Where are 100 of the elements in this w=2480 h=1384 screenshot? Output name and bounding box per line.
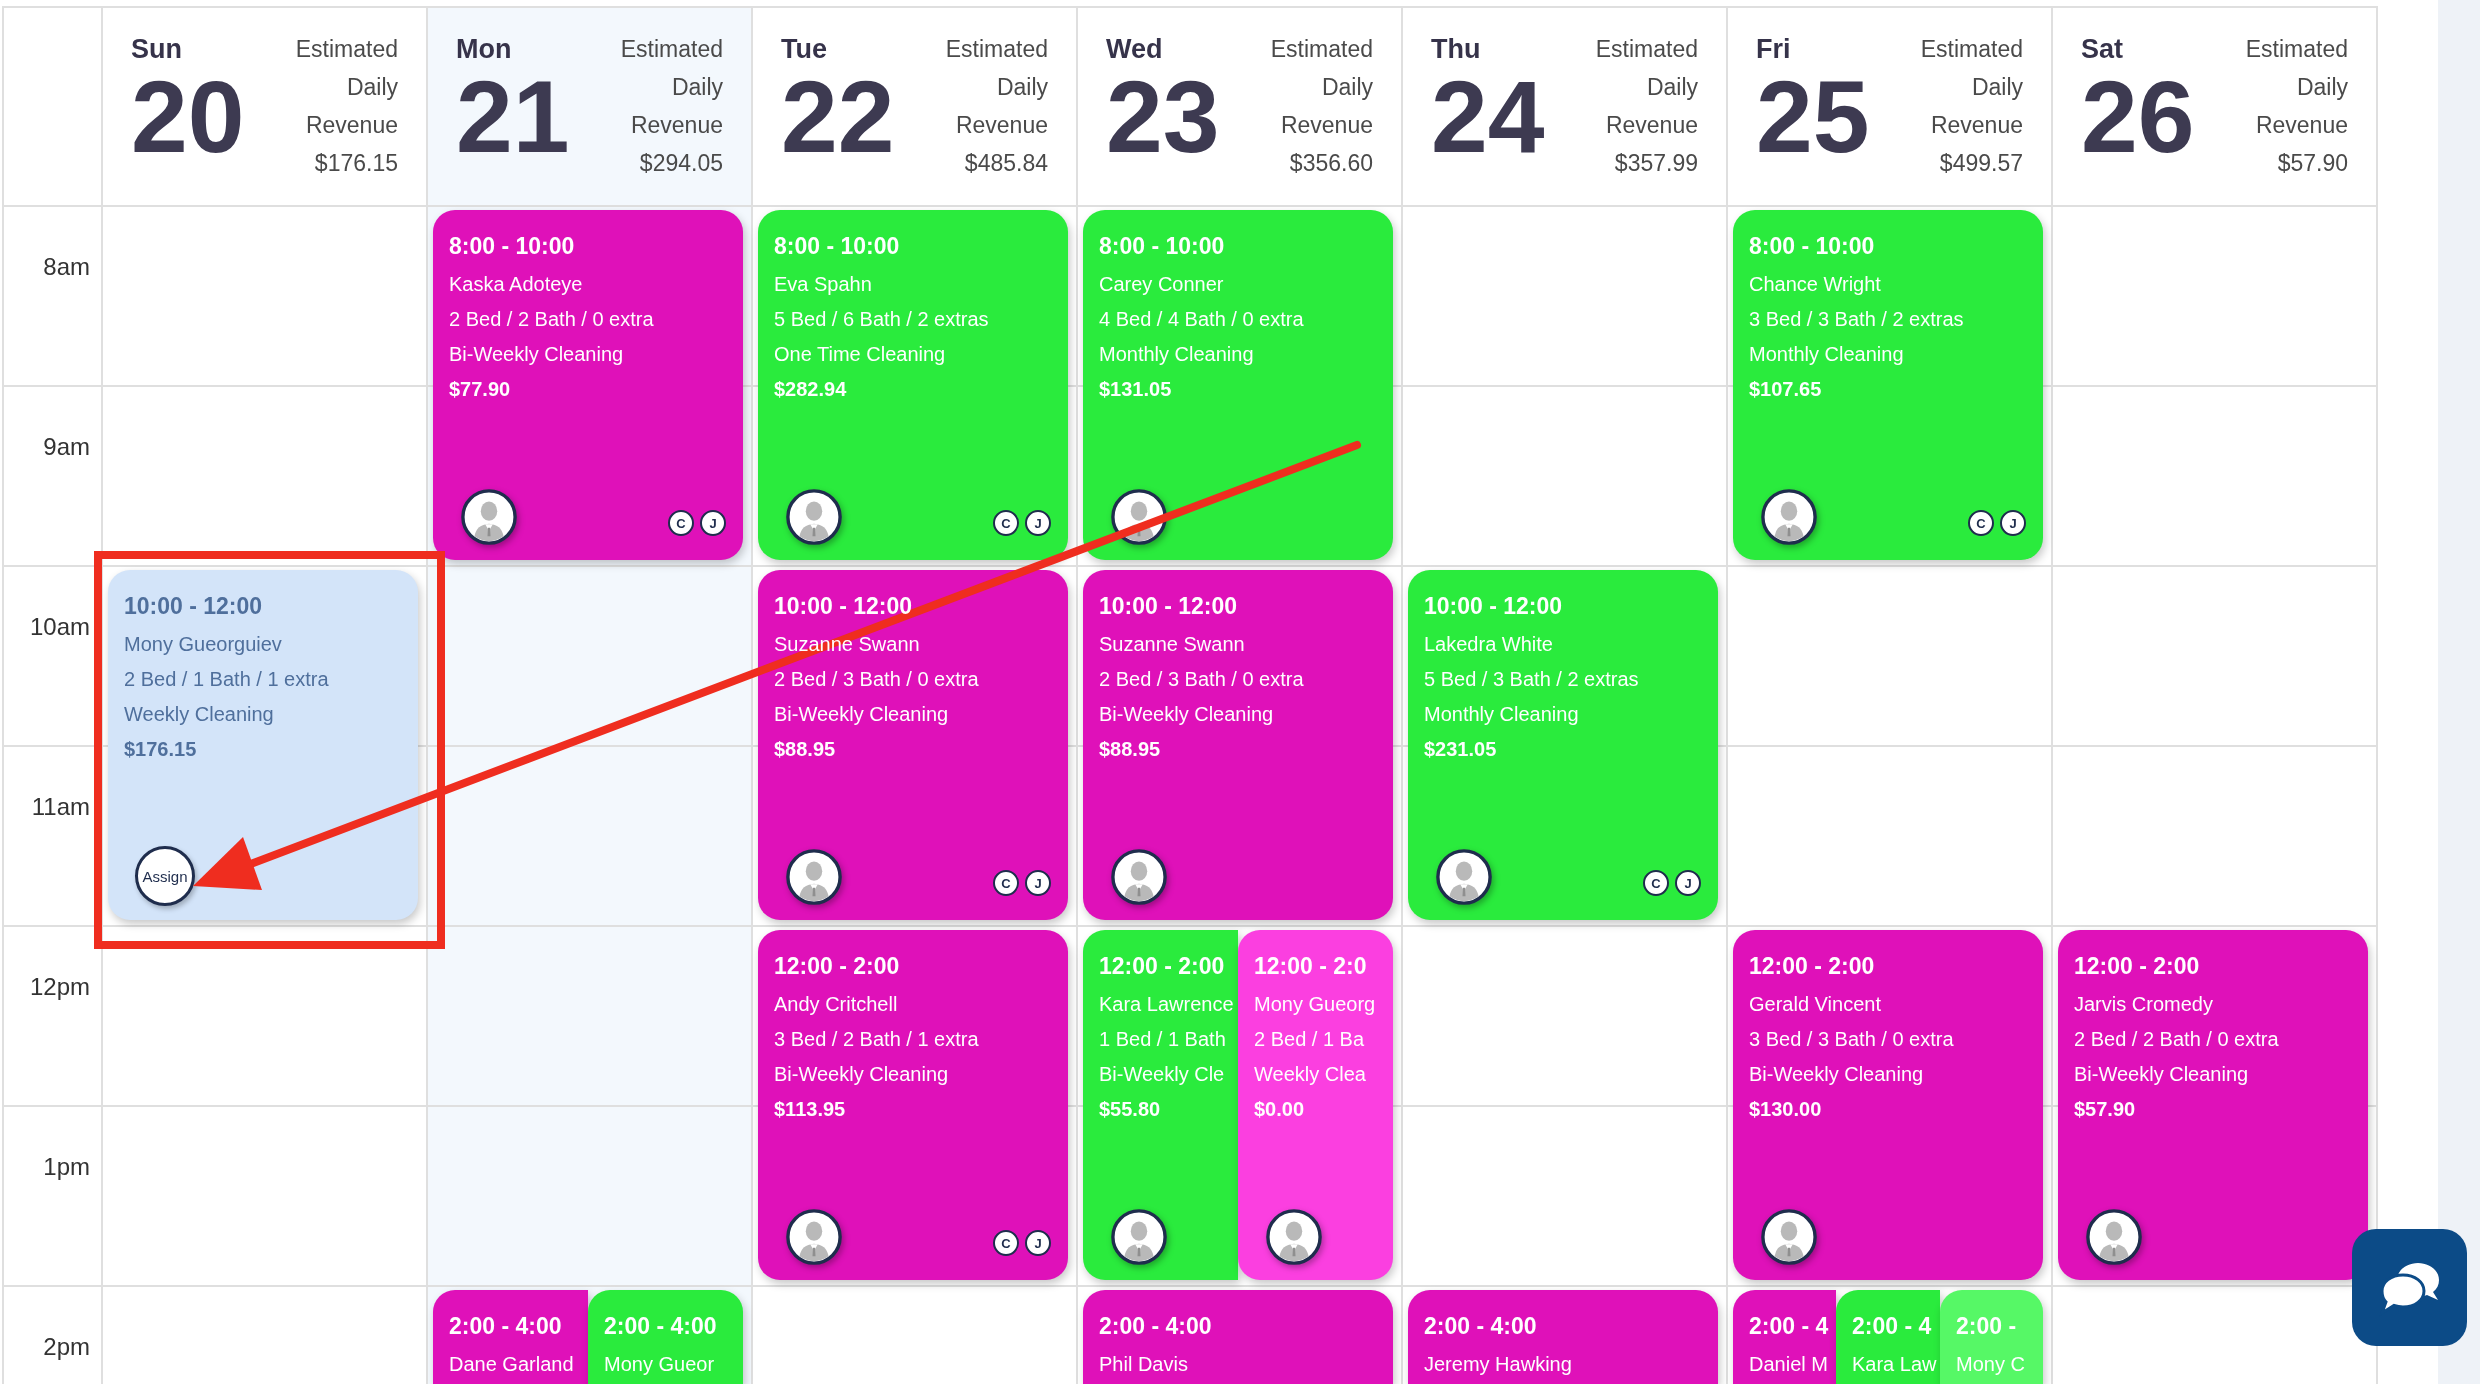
service-type: Monthly Cleaning bbox=[1424, 702, 1579, 727]
client-name: Lakedra White bbox=[1424, 632, 1553, 657]
appointment-time: 8:00 - 10:00 bbox=[1749, 232, 1875, 261]
appointment-time: 12:00 - 2:00 bbox=[1099, 952, 1225, 981]
client-name: Eva Spahn bbox=[774, 272, 872, 297]
service-type: One Time Cleaning bbox=[774, 342, 946, 367]
appointment-time: 2:00 - 4:00 bbox=[604, 1312, 717, 1341]
appointment-price: $231.05 bbox=[1424, 737, 1497, 762]
appointment-price: $77.90 bbox=[449, 377, 511, 402]
appointment-time: 12:00 - 2:00 bbox=[1749, 952, 1875, 981]
weekday-label: Thu bbox=[1431, 33, 1481, 66]
staff-initial-badge: C bbox=[1643, 870, 1669, 896]
room-details: 2 Bed / 2 Bath / 0 extra bbox=[2074, 1027, 2279, 1052]
appointment-price: $113.95 bbox=[774, 1097, 846, 1122]
room-details: 5 Bed / 6 Bath / 2 extras bbox=[774, 307, 989, 332]
staff-initial-badge: C bbox=[993, 1230, 1019, 1256]
revenue-label: Estimated Daily Revenue bbox=[620, 35, 723, 140]
room-details: 2 Bed / 3 Bath / 0 extra bbox=[774, 667, 979, 692]
room-details: 2 Bed / 1 Ba bbox=[1254, 1027, 1365, 1052]
service-type: Bi-Weekly Cleaning bbox=[774, 1062, 949, 1087]
date-number: 25 bbox=[1756, 66, 1870, 168]
appointment-time: 2:00 - 4 bbox=[1852, 1312, 1932, 1341]
appointment-time: 10:00 - 12:00 bbox=[124, 592, 263, 621]
appointment-time: 12:00 - 2:00 bbox=[2074, 952, 2200, 981]
appointment-time: 10:00 - 12:00 bbox=[1099, 592, 1238, 621]
revenue-label: Estimated Daily Revenue bbox=[1595, 35, 1698, 140]
room-details: 5 Bed / 3 Bath / 2 extras bbox=[1424, 667, 1639, 692]
staff-initial-badge: J bbox=[1025, 870, 1051, 896]
appointment-price: $176.15 bbox=[124, 737, 197, 762]
weekday-label: Sat bbox=[2081, 33, 2124, 66]
client-name: Dane Garland bbox=[449, 1352, 574, 1377]
service-type: Monthly Cleaning bbox=[1749, 342, 1904, 367]
revenue-amount: $57.90 bbox=[2277, 149, 2348, 178]
revenue-amount: $499.57 bbox=[1939, 149, 2023, 178]
chat-button[interactable] bbox=[2352, 1229, 2467, 1346]
staff-initial-badge: J bbox=[1025, 1230, 1051, 1256]
client-name: Daniel M bbox=[1749, 1352, 1828, 1377]
date-number: 21 bbox=[456, 66, 570, 168]
client-name: Mony Gueorg bbox=[1254, 992, 1376, 1017]
date-number: 22 bbox=[781, 66, 895, 168]
client-name: Mony C bbox=[1956, 1352, 2025, 1377]
appointment-price: $88.95 bbox=[1099, 737, 1161, 762]
client-name: Kaska Adoteye bbox=[449, 272, 583, 297]
room-details: 3 Bed / 3 Bath / 2 extras bbox=[1749, 307, 1964, 332]
date-number: 23 bbox=[1106, 66, 1220, 168]
appointment-time: 8:00 - 10:00 bbox=[449, 232, 575, 261]
weekday-label: Sun bbox=[131, 33, 182, 66]
appointment-card[interactable]: 2:00 - 4:00 Jeremy Hawking bbox=[1408, 1290, 1718, 1384]
revenue-label: Estimated Daily Revenue bbox=[295, 35, 398, 140]
appointment-price: $131.05 bbox=[1099, 377, 1172, 402]
appointment-time: 12:00 - 2:0 bbox=[1254, 952, 1367, 981]
staff-initial-badge: C bbox=[668, 510, 694, 536]
appointment-time: 2:00 - 4 bbox=[1749, 1312, 1829, 1341]
date-number: 26 bbox=[2081, 66, 2195, 168]
weekday-label: Mon bbox=[456, 33, 512, 66]
appointment-price: $130.00 bbox=[1749, 1097, 1822, 1122]
time-label: 12pm bbox=[29, 972, 90, 1002]
appointment-card[interactable]: 2:00 - 4:00 Dane Garland bbox=[433, 1290, 588, 1384]
appointment-time: 12:00 - 2:00 bbox=[774, 952, 900, 981]
time-label: 2pm bbox=[43, 1332, 90, 1362]
service-type: Bi-Weekly Cleaning bbox=[1749, 1062, 1924, 1087]
room-details: 3 Bed / 3 Bath / 0 extra bbox=[1749, 1027, 1954, 1052]
weekday-label: Wed bbox=[1106, 33, 1163, 66]
appointment-price: $57.90 bbox=[2074, 1097, 2136, 1122]
client-name: Chance Wright bbox=[1749, 272, 1881, 297]
client-name: Mony Gueor bbox=[604, 1352, 715, 1377]
staff-initial-badge: J bbox=[2000, 510, 2026, 536]
appointment-time: 10:00 - 12:00 bbox=[1424, 592, 1563, 621]
service-type: Bi-Weekly Cleaning bbox=[2074, 1062, 2249, 1087]
room-details: 1 Bed / 1 Bath bbox=[1099, 1027, 1226, 1052]
staff-initial-badge: J bbox=[700, 510, 726, 536]
appointment-price: $55.80 bbox=[1099, 1097, 1161, 1122]
service-type: Bi-Weekly Cleaning bbox=[1099, 702, 1274, 727]
staff-initial-badge: J bbox=[1675, 870, 1701, 896]
service-type: Weekly Cleaning bbox=[124, 702, 274, 727]
date-number: 20 bbox=[131, 66, 245, 168]
client-name: Kara Lawrence bbox=[1099, 992, 1234, 1017]
revenue-label: Estimated Daily Revenue bbox=[2245, 35, 2348, 140]
client-name: Suzanne Swann bbox=[1099, 632, 1245, 657]
client-name: Kara Law bbox=[1852, 1352, 1937, 1377]
staff-initial-badge: J bbox=[1025, 510, 1051, 536]
appointment-price: $88.95 bbox=[774, 737, 836, 762]
revenue-label: Estimated Daily Revenue bbox=[1920, 35, 2023, 140]
appointment-card[interactable]: 2:00 - 4 Daniel M bbox=[1733, 1290, 1836, 1384]
date-number: 24 bbox=[1431, 66, 1545, 168]
service-type: Weekly Clea bbox=[1254, 1062, 1366, 1087]
revenue-amount: $176.15 bbox=[314, 149, 398, 178]
appointment-card[interactable]: 2:00 - 4:00 Phil Davis bbox=[1083, 1290, 1393, 1384]
staff-initial-badge: C bbox=[1968, 510, 1994, 536]
staff-initial-badge: C bbox=[993, 510, 1019, 536]
appointment-price: $0.00 bbox=[1254, 1097, 1305, 1122]
revenue-label: Estimated Daily Revenue bbox=[945, 35, 1048, 140]
revenue-amount: $356.60 bbox=[1289, 149, 1373, 178]
time-label: 1pm bbox=[43, 1152, 90, 1182]
room-details: 3 Bed / 2 Bath / 1 extra bbox=[774, 1027, 979, 1052]
client-name: Jarvis Cromedy bbox=[2074, 992, 2213, 1017]
service-type: Bi-Weekly Cle bbox=[1099, 1062, 1225, 1087]
revenue-amount: $485.84 bbox=[964, 149, 1048, 178]
room-details: 2 Bed / 3 Bath / 0 extra bbox=[1099, 667, 1304, 692]
appointment-time: 8:00 - 10:00 bbox=[1099, 232, 1225, 261]
